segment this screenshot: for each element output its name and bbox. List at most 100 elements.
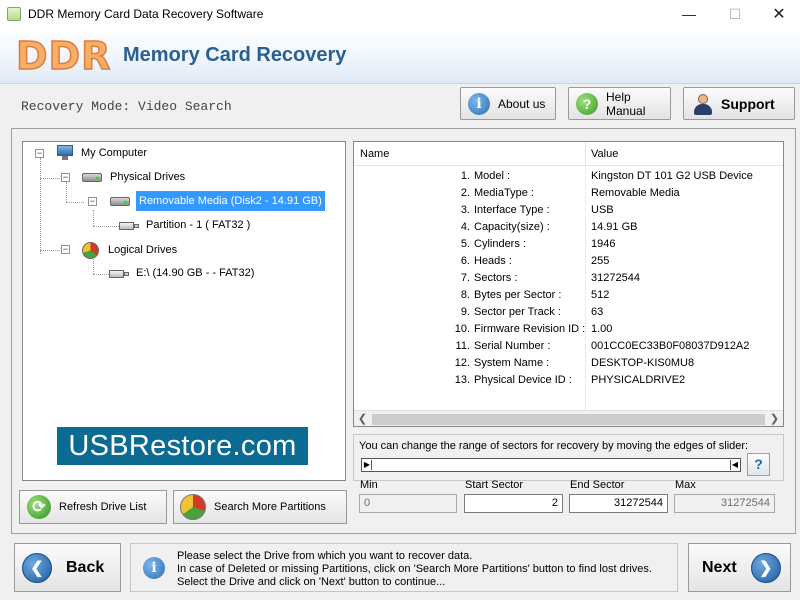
refresh-icon: ⟳ — [27, 495, 51, 519]
end-sector-input[interactable]: 31272544 — [569, 494, 668, 513]
scroll-right-icon[interactable]: ❯ — [766, 412, 783, 426]
ddr-logo: DDR — [15, 33, 112, 79]
table-row[interactable]: 5. Cylinders : 1946 — [354, 236, 783, 253]
property-value: 31272544 — [591, 272, 640, 284]
start-sector-input[interactable]: 2 — [464, 494, 563, 513]
property-value: 63 — [591, 306, 604, 318]
table-row[interactable]: 13. Physical Device ID : PHYSICALDRIVE2 — [354, 372, 783, 389]
end-sector-label: End Sector — [570, 479, 625, 491]
slider-help-button[interactable]: ? — [747, 453, 770, 476]
property-value: 1946 — [591, 238, 616, 250]
drive-properties-table[interactable]: Name Value 1. Model : Kingston DT 101 G2 U… — [353, 141, 784, 427]
help-manual-button[interactable]: ? Help Manual — [568, 87, 671, 120]
table-row[interactable]: 10. Firmware Revision ID : 1.00 — [354, 321, 783, 338]
next-button[interactable]: Next ❯ — [688, 543, 791, 592]
title-bar: DDR Memory Card Data Recovery Software —… — [0, 0, 800, 28]
collapse-toggle[interactable]: − — [35, 149, 44, 158]
tree-label: Partition - 1 ( FAT32 ) — [146, 219, 251, 231]
row-number: 13. — [454, 374, 470, 386]
table-row[interactable]: 4. Capacity(size) : 14.91 GB — [354, 219, 783, 236]
support-button[interactable]: Support — [683, 87, 795, 120]
row-number: 8. — [460, 289, 470, 301]
app-header: DDR Memory Card Recovery — [0, 28, 800, 84]
property-name: Interface Type : — [474, 204, 550, 216]
maximize-button[interactable]: ☐ — [712, 0, 758, 28]
partition-pie-icon — [180, 494, 206, 520]
slider-right-handle[interactable]: ◀ — [730, 460, 739, 470]
collapse-toggle[interactable]: − — [88, 197, 97, 206]
max-label: Max — [675, 479, 696, 491]
table-row[interactable]: 2. MediaType : Removable Media — [354, 185, 783, 202]
tree-item-logical-drives[interactable]: Logical Drives — [81, 241, 179, 259]
scroll-left-icon[interactable]: ❮ — [354, 412, 371, 426]
recovery-mode-label: Recovery Mode: Video Search — [21, 99, 232, 114]
pie-chart-icon — [81, 241, 101, 259]
property-name: Model : — [474, 170, 511, 182]
property-value: Removable Media — [591, 187, 680, 199]
table-row[interactable]: 3. Interface Type : USB — [354, 202, 783, 219]
support-label: Support — [721, 95, 775, 112]
next-label: Next — [702, 558, 737, 576]
column-header-value[interactable]: Value — [591, 148, 618, 160]
about-us-button[interactable]: i About us — [460, 87, 556, 120]
table-row[interactable]: 1. Model : Kingston DT 101 G2 USB Device — [354, 168, 783, 185]
table-row[interactable]: 6. Heads : 255 — [354, 253, 783, 270]
row-number: 12. — [454, 357, 470, 369]
instruction-line: Select the Drive and click on 'Next' but… — [177, 576, 446, 588]
close-button[interactable]: ✕ — [756, 0, 800, 28]
search-partitions-label: Search More Partitions — [214, 501, 326, 513]
tree-item-partition[interactable]: Partition - 1 ( FAT32 ) — [119, 217, 252, 233]
header-title: Memory Card Recovery — [123, 44, 347, 66]
tree-item-drive-e[interactable]: E:\ (14.90 GB - - FAT32) — [109, 265, 256, 281]
computer-icon — [56, 145, 74, 161]
property-name: Sectors : — [474, 272, 518, 284]
property-name: Cylinders : — [474, 238, 526, 250]
search-more-partitions-button[interactable]: Search More Partitions — [173, 490, 347, 524]
arrow-right-icon: ❯ — [750, 552, 781, 583]
tree-connector — [40, 178, 60, 179]
property-name: Sector per Track : — [474, 306, 561, 318]
property-value: 512 — [591, 289, 610, 301]
tree-item-physical-drives[interactable]: Physical Drives — [81, 169, 187, 185]
minimize-button[interactable]: — — [666, 0, 712, 28]
tree-label: Physical Drives — [110, 171, 186, 183]
property-value: 1.00 — [591, 323, 613, 335]
table-row[interactable]: 8. Bytes per Sector : 512 — [354, 287, 783, 304]
refresh-drive-list-button[interactable]: ⟳ Refresh Drive List — [19, 490, 167, 524]
tree-connector — [93, 257, 94, 274]
min-label: Min — [360, 479, 378, 491]
horizontal-scrollbar[interactable]: ❮ ❯ — [354, 410, 783, 426]
tree-connector — [66, 202, 84, 203]
start-sector-label: Start Sector — [465, 479, 524, 491]
property-name: Bytes per Sector : — [474, 289, 562, 301]
back-button[interactable]: ❮ Back — [14, 543, 121, 592]
tree-label: Logical Drives — [108, 244, 178, 256]
slider-left-handle[interactable]: ▶ — [363, 460, 372, 470]
collapse-toggle[interactable]: − — [61, 173, 70, 182]
table-row[interactable]: 9. Sector per Track : 63 — [354, 304, 783, 321]
instruction-panel: i Please select the Drive from which you… — [130, 543, 678, 592]
tree-connector — [93, 226, 119, 227]
sector-range-slider[interactable]: ▶ ◀ — [361, 458, 741, 472]
collapse-toggle[interactable]: − — [61, 245, 70, 254]
back-label: Back — [66, 558, 105, 576]
mode-bar: Recovery Mode: Video Search — [0, 85, 800, 127]
column-header-name[interactable]: Name — [360, 148, 389, 160]
tree-connector — [40, 158, 41, 254]
table-row[interactable]: 11. Serial Number : 001CC0EC33B0F08037D912… — [354, 338, 783, 355]
tree-label: My Computer — [81, 147, 148, 159]
table-row[interactable]: 7. Sectors : 31272544 — [354, 270, 783, 287]
usbrestore-banner: USBRestore.com — [57, 427, 308, 465]
max-sector-field: 31272544 — [674, 494, 775, 513]
property-name: MediaType : — [474, 187, 534, 199]
table-row[interactable]: 12. System Name : DESKTOP-KIS0MU8 — [354, 355, 783, 372]
row-number: 4. — [460, 221, 470, 233]
row-number: 2. — [460, 187, 470, 199]
tree-item-removable-media[interactable]: Removable Media (Disk2 - 14.91 GB) — [109, 191, 325, 211]
tree-item-my-computer[interactable]: My Computer — [56, 145, 149, 161]
tree-connector — [40, 250, 60, 251]
help-manual-label: Help Manual — [606, 89, 646, 118]
scroll-thumb[interactable] — [372, 414, 765, 425]
row-number: 1. — [460, 170, 470, 182]
help-icon: ? — [576, 92, 598, 115]
